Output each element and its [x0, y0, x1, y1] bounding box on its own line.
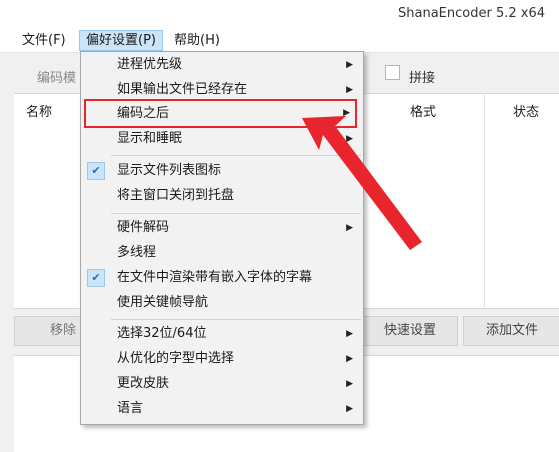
menu-item-keyframe-navigation[interactable]: 使用关键帧导航 — [81, 292, 363, 314]
menu-separator — [111, 155, 361, 156]
column-format[interactable]: 格式 — [410, 101, 436, 120]
menu-item-hardware-decoding[interactable]: 硬件解码 ▶ — [81, 217, 363, 239]
quick-settings-button[interactable]: 快速设置 — [362, 316, 458, 346]
menu-item-if-output-exists[interactable]: 如果输出文件已经存在 ▶ — [81, 79, 363, 101]
menu-separator — [111, 319, 361, 320]
submenu-arrow-icon: ▶ — [346, 85, 353, 95]
menu-item-optimized-fonts[interactable]: 从优化的字型中选择 ▶ — [81, 348, 363, 370]
submenu-arrow-icon: ▶ — [346, 379, 353, 389]
menu-item-display-and-sleep[interactable]: 显示和睡眠 ▶ — [81, 128, 363, 150]
menu-file[interactable]: 文件(F) — [16, 31, 72, 50]
checkmark-icon: ✔ — [87, 269, 105, 287]
submenu-arrow-icon: ▶ — [343, 108, 350, 118]
menu-item-render-embedded-subtitles[interactable]: ✔ 在文件中渲染带有嵌入字体的字幕 — [81, 267, 363, 289]
encode-mode-label[interactable]: 编码模 — [37, 67, 76, 86]
submenu-arrow-icon: ▶ — [346, 134, 353, 144]
menu-separator — [111, 213, 361, 214]
title-bar: ShanaEncoder 5.2 x64 — [0, 0, 559, 28]
menu-item-select-32-64-bit[interactable]: 选择32位/64位 ▶ — [81, 323, 363, 345]
submenu-arrow-icon: ▶ — [346, 404, 353, 414]
submenu-arrow-icon: ▶ — [346, 60, 353, 70]
add-file-button[interactable]: 添加文件 — [463, 316, 559, 346]
column-divider — [484, 94, 485, 308]
preferences-dropdown: 进程优先级 ▶ 如果输出文件已经存在 ▶ 编码之后 ▶ 显示和睡眠 ▶ ✔ 显示… — [80, 51, 364, 425]
splice-label: 拼接 — [409, 71, 436, 86]
window-title: ShanaEncoder 5.2 x64 — [398, 6, 545, 21]
splice-checkbox[interactable] — [385, 65, 400, 80]
menu-item-language[interactable]: 语言 ▶ — [81, 398, 363, 420]
menu-item-change-skin[interactable]: 更改皮肤 ▶ — [81, 373, 363, 395]
menu-item-show-file-list-icons[interactable]: ✔ 显示文件列表图标 — [81, 160, 363, 182]
checkmark-icon: ✔ — [87, 162, 105, 180]
menu-item-multithreading[interactable]: 多线程 — [81, 242, 363, 264]
column-status[interactable]: 状态 — [513, 101, 539, 120]
submenu-arrow-icon: ▶ — [346, 354, 353, 364]
menu-bar: 文件(F) 偏好设置(P) 帮助(H) — [0, 28, 559, 53]
submenu-arrow-icon: ▶ — [346, 329, 353, 339]
menu-item-after-encoding[interactable]: 编码之后 ▶ — [84, 99, 357, 128]
menu-item-close-to-tray[interactable]: 将主窗口关闭到托盘 — [81, 185, 363, 207]
submenu-arrow-icon: ▶ — [346, 223, 353, 233]
menu-help[interactable]: 帮助(H) — [168, 31, 226, 50]
menu-item-process-priority[interactable]: 进程优先级 ▶ — [81, 54, 363, 76]
column-name[interactable]: 名称 — [26, 101, 52, 120]
menu-preferences[interactable]: 偏好设置(P) — [79, 30, 163, 51]
